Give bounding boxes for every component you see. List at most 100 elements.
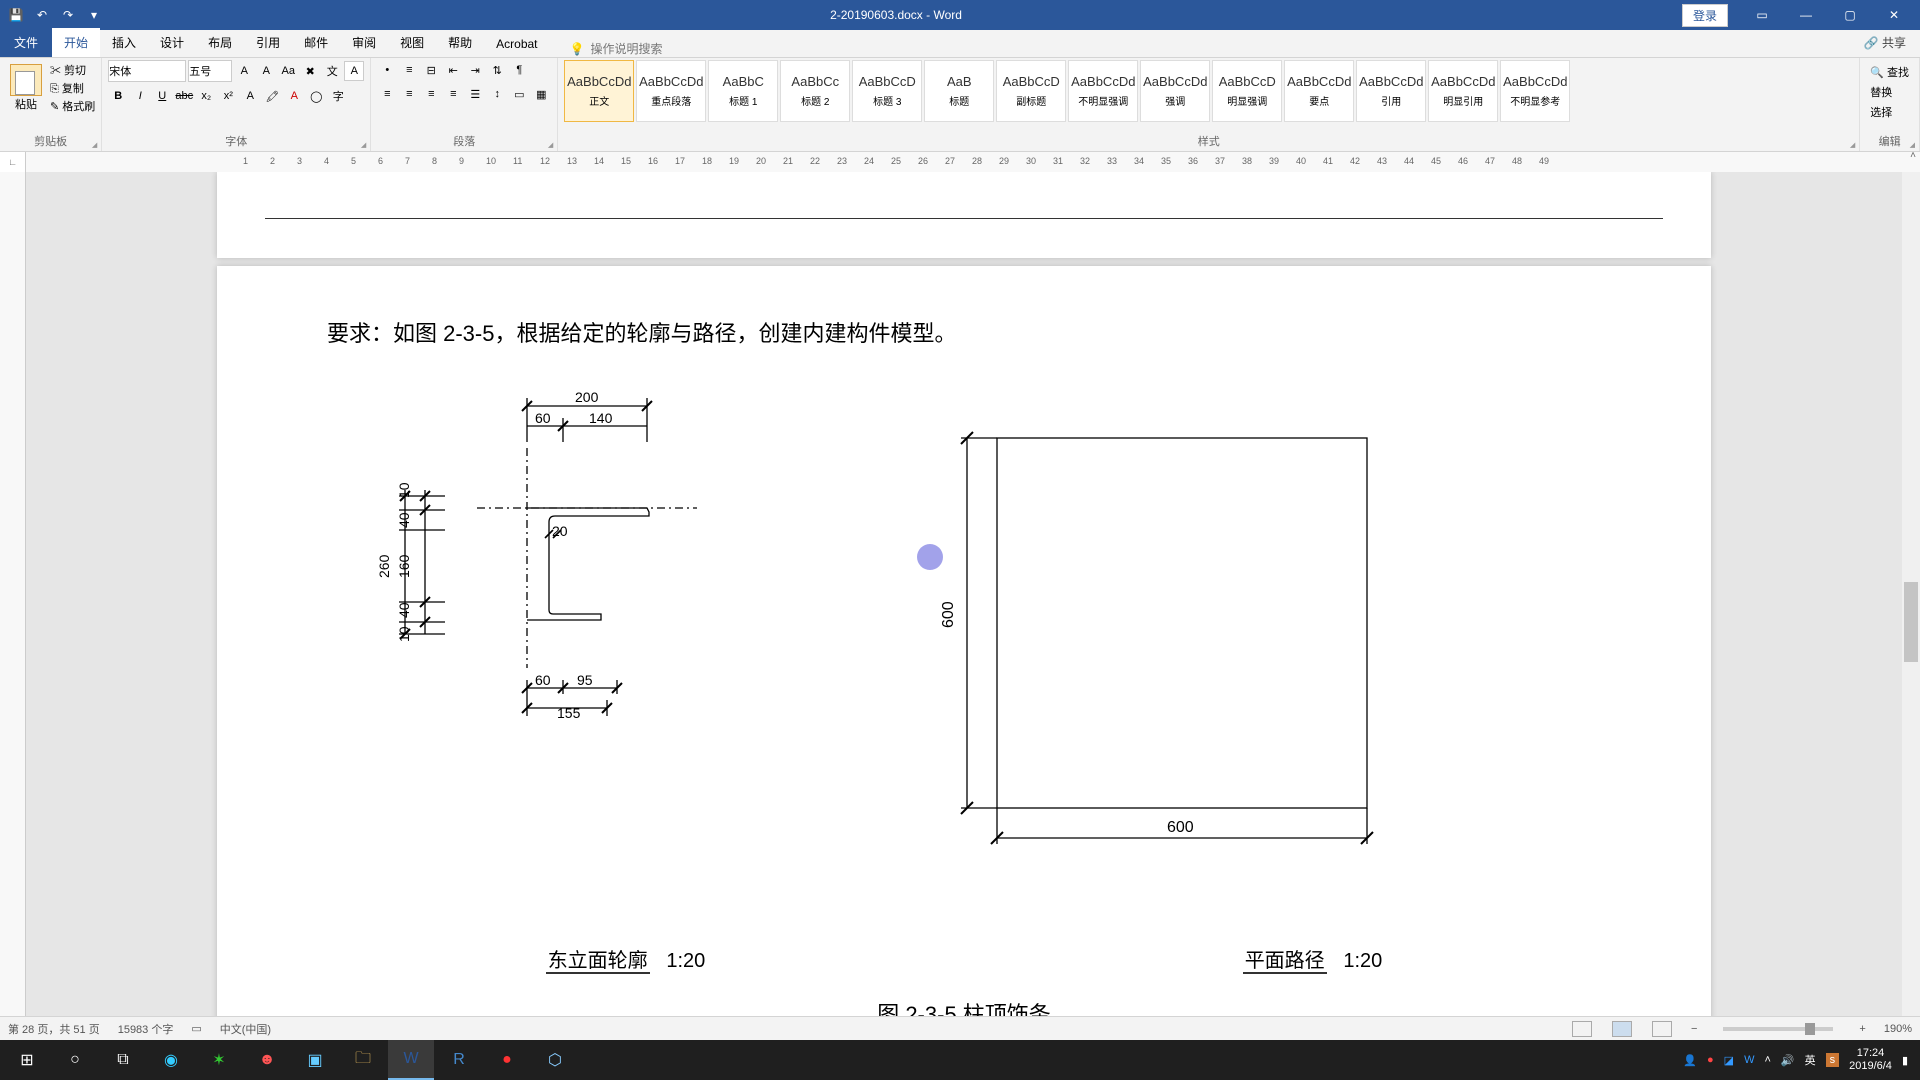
spellcheck-icon[interactable]: ▭ (191, 1022, 201, 1035)
word-count[interactable]: 15983 个字 (118, 1021, 174, 1037)
style-明显强调[interactable]: AaBbCcD明显强调 (1212, 60, 1282, 122)
print-layout-button[interactable] (1612, 1021, 1632, 1037)
scrollbar-thumb[interactable] (1904, 582, 1918, 662)
numbering-button[interactable]: ≡ (399, 60, 419, 80)
zoom-in-button[interactable]: + (1859, 1023, 1865, 1035)
qat-customize-icon[interactable]: ▾ (86, 7, 102, 23)
taskbar-app-8[interactable]: ⬡ (532, 1040, 578, 1080)
subscript-button[interactable]: x₂ (196, 86, 216, 106)
style-标题2[interactable]: AaBbCc标题 2 (780, 60, 850, 122)
tab-home[interactable]: 开始 (52, 28, 100, 57)
grow-font-button[interactable]: A (234, 61, 254, 81)
format-painter-button[interactable]: ✎ 格式刷 (50, 98, 95, 114)
share-button[interactable]: 🔗 共享 (1850, 28, 1920, 57)
ribbon-options-icon[interactable]: ▭ (1742, 1, 1782, 29)
tab-references[interactable]: 引用 (244, 28, 292, 57)
shrink-font-button[interactable]: A (256, 61, 276, 81)
indent-button[interactable]: ⇥ (465, 60, 485, 80)
language-indicator[interactable]: 中文(中国) (220, 1021, 271, 1037)
line-spacing-button[interactable]: ↕ (487, 84, 507, 104)
tab-mail[interactable]: 邮件 (292, 28, 340, 57)
tab-insert[interactable]: 插入 (100, 28, 148, 57)
taskview-icon[interactable]: ⧉ (100, 1040, 146, 1080)
select-button[interactable]: 选择 (1870, 104, 1909, 120)
style-正文[interactable]: AaBbCcDd正文 (564, 60, 634, 122)
taskbar-app-3[interactable]: ☻ (244, 1040, 290, 1080)
tell-me-search[interactable]: 操作说明搜索 (570, 40, 663, 57)
undo-icon[interactable]: ↶ (34, 7, 50, 23)
styles-gallery[interactable]: AaBbCcDd正文AaBbCcDd重点段落AaBbC标题 1AaBbCc标题 … (564, 60, 1570, 122)
style-标题3[interactable]: AaBbCcD标题 3 (852, 60, 922, 122)
clear-format-button[interactable]: ✖ (300, 61, 320, 81)
tray-ime-lang[interactable]: 英 (1805, 1052, 1816, 1068)
text-effects-button[interactable]: A (240, 86, 260, 106)
maximize-button[interactable]: ▢ (1830, 1, 1870, 29)
scrollbar-vertical[interactable] (1902, 172, 1920, 1016)
cut-button[interactable]: ✂ 剪切 (50, 62, 95, 78)
paste-button[interactable]: 粘贴 (6, 60, 46, 116)
borders-button[interactable]: ▦ (531, 84, 551, 104)
taskbar-app-2[interactable]: ✶ (196, 1040, 242, 1080)
style-副标题[interactable]: AaBbCcD副标题 (996, 60, 1066, 122)
highlight-button[interactable]: 🖍 (262, 86, 282, 106)
replace-button[interactable]: 替换 (1870, 84, 1909, 100)
tray-icon-3[interactable]: W (1744, 1054, 1754, 1066)
style-不明显参考[interactable]: AaBbCcDd不明显参考 (1500, 60, 1570, 122)
start-button[interactable]: ⊞ (4, 1040, 50, 1080)
phonetic-button[interactable]: 文 (322, 61, 342, 81)
web-layout-button[interactable] (1652, 1021, 1672, 1037)
style-不明显强调[interactable]: AaBbCcDd不明显强调 (1068, 60, 1138, 122)
page-indicator[interactable]: 第 28 页，共 51 页 (8, 1021, 100, 1037)
style-重点段落[interactable]: AaBbCcDd重点段落 (636, 60, 706, 122)
redo-icon[interactable]: ↷ (60, 7, 76, 23)
showhide-button[interactable]: ¶ (509, 60, 529, 80)
bold-button[interactable]: B (108, 86, 128, 106)
minimize-button[interactable]: — (1786, 1, 1826, 29)
taskbar-app-1[interactable]: ◉ (148, 1040, 194, 1080)
tray-notifications-icon[interactable]: ▮ (1902, 1054, 1908, 1067)
enclose-char-button[interactable]: 字 (328, 86, 348, 106)
multilevel-button[interactable]: ⊟ (421, 60, 441, 80)
tray-volume-icon[interactable]: 🔊 (1781, 1054, 1795, 1067)
zoom-slider[interactable] (1723, 1027, 1833, 1031)
zoom-out-button[interactable]: − (1691, 1023, 1697, 1035)
taskbar-explorer[interactable]: 🗀 (340, 1040, 386, 1080)
ruler-corner[interactable]: ∟ (0, 152, 26, 172)
justify-button[interactable]: ≡ (443, 84, 463, 104)
zoom-level[interactable]: 190% (1884, 1023, 1912, 1035)
tab-review[interactable]: 审阅 (340, 28, 388, 57)
outdent-button[interactable]: ⇤ (443, 60, 463, 80)
tray-ime-icon[interactable]: s (1826, 1053, 1840, 1067)
char-border-button[interactable]: A (344, 61, 364, 81)
align-left-button[interactable]: ≡ (377, 84, 397, 104)
font-name-select[interactable] (108, 60, 186, 82)
tab-acrobat[interactable]: Acrobat (484, 31, 549, 57)
style-标题1[interactable]: AaBbC标题 1 (708, 60, 778, 122)
superscript-button[interactable]: x² (218, 86, 238, 106)
tab-design[interactable]: 设计 (148, 28, 196, 57)
document-area[interactable]: 要求：如图 2-3-5，根据给定的轮廓与路径，创建内建构件模型。 (26, 172, 1902, 1056)
shading-button[interactable]: ▭ (509, 84, 529, 104)
tab-help[interactable]: 帮助 (436, 28, 484, 57)
taskbar-app-6[interactable]: R (436, 1040, 482, 1080)
align-center-button[interactable]: ≡ (399, 84, 419, 104)
tray-clock[interactable]: 17:24 2019/6/4 (1849, 1047, 1892, 1073)
tab-view[interactable]: 视图 (388, 28, 436, 57)
sort-button[interactable]: ⇅ (487, 60, 507, 80)
taskbar-word[interactable]: W (388, 1040, 434, 1080)
font-color-button[interactable]: A (284, 86, 304, 106)
tray-chevron-icon[interactable]: ˄ (1764, 1054, 1770, 1066)
tab-file[interactable]: 文件 (0, 28, 52, 57)
read-mode-button[interactable] (1572, 1021, 1592, 1037)
tray-people-icon[interactable]: 👤 (1683, 1054, 1697, 1067)
style-要点[interactable]: AaBbCcDd要点 (1284, 60, 1354, 122)
style-引用[interactable]: AaBbCcDd引用 (1356, 60, 1426, 122)
underline-button[interactable]: U (152, 86, 172, 106)
bullets-button[interactable]: • (377, 60, 397, 80)
tray-icon-1[interactable]: ● (1707, 1054, 1714, 1066)
align-right-button[interactable]: ≡ (421, 84, 441, 104)
italic-button[interactable]: I (130, 86, 150, 106)
circle-char-button[interactable]: ◯ (306, 86, 326, 106)
change-case-button[interactable]: Aa (278, 61, 298, 81)
taskbar-app-4[interactable]: ▣ (292, 1040, 338, 1080)
